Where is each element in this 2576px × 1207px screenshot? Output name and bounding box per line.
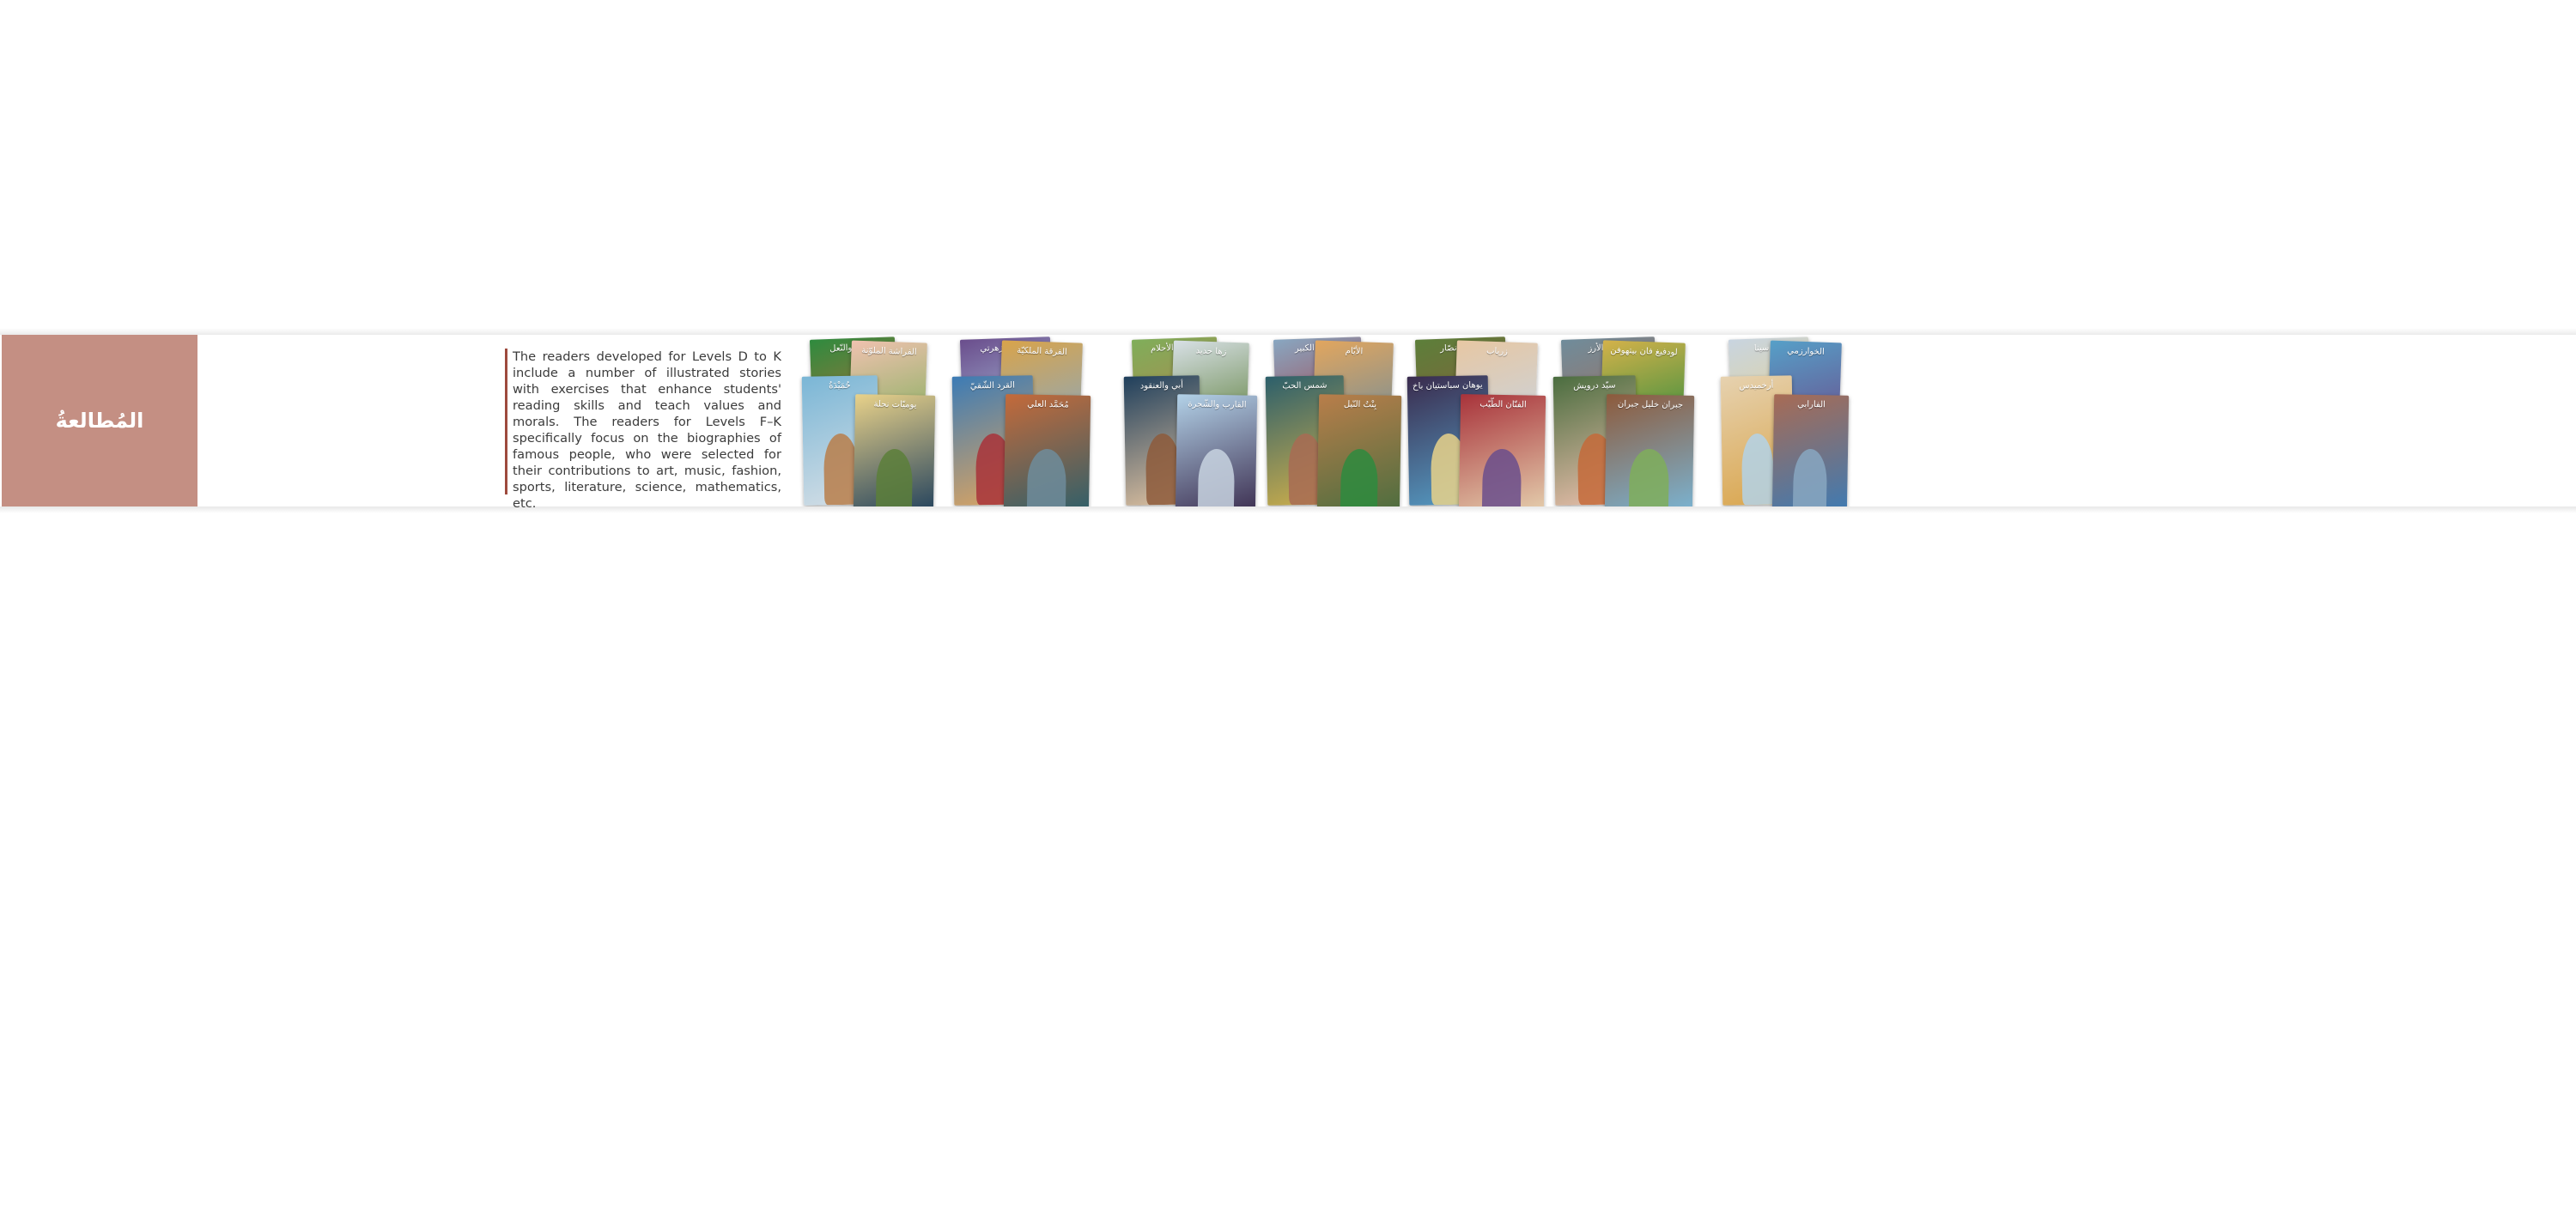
cover-illustration-icon [1481, 448, 1522, 506]
page: المُطالعةُ The readers developed for Lev… [0, 0, 2576, 1207]
book-cover: بِنْتُ النّيل [1316, 394, 1402, 506]
book-cover-title: جبران خليل جبران [1617, 399, 1684, 410]
book-cover-title: الفرقة الملكيّة [1017, 346, 1067, 358]
book-cover-title: يوهان سباستيان باخ [1413, 380, 1483, 391]
book-cover-title: الأيّام [1345, 346, 1364, 357]
description-block: The readers developed for Levels D to K … [505, 349, 781, 511]
book-cover: مُحَمَّد العلي [1003, 394, 1091, 506]
book-cover-title: سيّد درويش [1573, 380, 1616, 391]
book-cover-title: الفنّان الطّيّب [1479, 399, 1527, 410]
book-cover: الفارابي [1771, 394, 1850, 506]
band-bottom-shadow [0, 506, 2576, 513]
section-title-tile: المُطالعةُ [2, 335, 197, 506]
book-cover: جبران خليل جبران [1604, 394, 1695, 506]
cover-illustration-icon [1026, 448, 1067, 506]
cover-illustration-icon [1197, 448, 1236, 506]
cover-illustration-icon [1741, 433, 1775, 506]
cover-illustration-icon [1792, 448, 1828, 506]
book-cover-title: القرد الشّقيّ [969, 380, 1016, 391]
section-title: المُطالعةُ [55, 409, 144, 433]
book-cover-title: زرياب [1485, 346, 1509, 357]
cover-illustration-icon [875, 448, 914, 506]
book-covers-collage: النّحلة والنّعلالفراشة الملوّنةحُمَيْدَة… [799, 335, 1984, 506]
book-cover-title: الخوارزمي [1787, 346, 1825, 357]
book-cover-title: زها حديد [1195, 346, 1227, 357]
book-cover-title: بِنْتُ النّيل [1343, 399, 1377, 410]
book-cover-title: الفراشة الملوّنة [861, 345, 917, 358]
book-cover: الفنّان الطّيّب [1458, 394, 1546, 506]
book-cover-title: حُمَيْدَةُ [829, 380, 851, 391]
book-cover: القارب والشّجرة [1175, 394, 1258, 506]
description-text: The readers developed for Levels D to K … [513, 349, 781, 511]
book-cover-title: أرخميدس [1739, 380, 1774, 391]
book-cover-title: الفارابي [1797, 399, 1826, 410]
cover-illustration-icon [1628, 448, 1670, 506]
book-cover-title: أبي والعنقود [1139, 380, 1184, 391]
book-cover-title: شمس الحبّ [1282, 380, 1327, 391]
book-cover-title: يوميّات نحلة [873, 399, 917, 410]
book-cover-title: مُحَمَّد العلي [1027, 399, 1069, 410]
book-cover: يوميّات نحلة [853, 394, 936, 506]
cover-illustration-icon [1340, 448, 1379, 506]
book-cover-title: لودفيغ فان بيتهوفن [1610, 345, 1678, 358]
book-cover-title: القارب والشّجرة [1188, 399, 1247, 410]
